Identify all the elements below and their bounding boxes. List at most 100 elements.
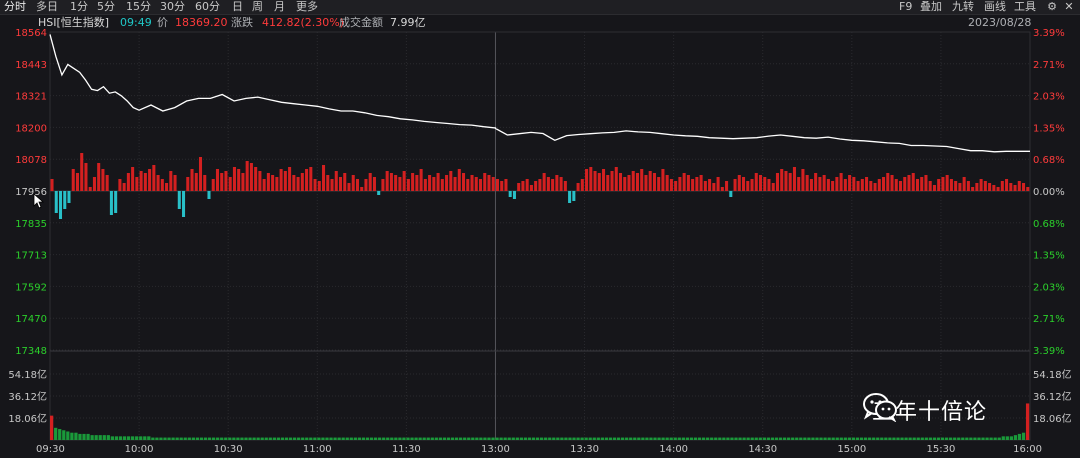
- volume-bar: [199, 437, 204, 440]
- momentum-bar: [568, 191, 572, 203]
- time-tick-label: 13:00: [481, 444, 510, 455]
- momentum-bar: [169, 171, 173, 191]
- momentum-bar: [135, 177, 139, 191]
- volume-bar: [993, 437, 997, 440]
- percent-tick-label: 1.35%: [1033, 123, 1065, 134]
- momentum-bar: [58, 191, 63, 219]
- volume-tick-label: 18.06亿: [8, 412, 47, 425]
- volume-bar: [596, 437, 600, 440]
- volume-bar: [645, 437, 649, 440]
- momentum-bar: [890, 175, 894, 191]
- mouse-cursor-icon: [33, 193, 45, 209]
- volume-bar: [297, 437, 301, 440]
- volume-bar: [224, 437, 228, 440]
- momentum-bar: [266, 173, 270, 191]
- volume-bar: [487, 437, 491, 440]
- volume-bar: [236, 437, 240, 440]
- volume-bar: [677, 437, 681, 440]
- momentum-bar: [50, 179, 54, 191]
- momentum-bar: [143, 173, 147, 191]
- momentum-bar: [508, 191, 512, 197]
- volume-bar: [382, 437, 386, 440]
- volume-bar: [256, 437, 260, 440]
- volume-bar: [766, 437, 771, 440]
- momentum-bar: [368, 173, 372, 191]
- momentum-bar: [75, 173, 79, 191]
- momentum-bar: [139, 171, 143, 191]
- volume-bar: [730, 437, 734, 440]
- volume-bar: [1009, 436, 1014, 440]
- momentum-bar: [415, 175, 419, 191]
- volume-bar: [426, 437, 430, 440]
- momentum-bar: [182, 191, 186, 217]
- momentum-bar: [1022, 183, 1026, 191]
- volume-bar: [904, 437, 908, 440]
- momentum-bar: [406, 179, 410, 191]
- momentum-bar: [898, 181, 903, 191]
- percent-tick-label: 2.03%: [1033, 282, 1065, 293]
- momentum-bar: [1017, 181, 1021, 191]
- momentum-bar: [784, 171, 788, 191]
- momentum-bar: [241, 173, 245, 191]
- momentum-bar: [873, 183, 877, 191]
- volume-bar: [588, 437, 592, 440]
- volume-bar: [292, 437, 297, 440]
- momentum-bar: [322, 165, 326, 191]
- momentum-bar: [228, 177, 232, 191]
- volume-bar: [900, 437, 904, 440]
- momentum-bar: [449, 171, 453, 191]
- intraday-chart[interactable]: 1856418443183211820018078179561783517713…: [0, 0, 1080, 458]
- price-tick-label: 18200: [15, 123, 47, 134]
- volume-bar: [499, 437, 503, 440]
- volume-bar: [333, 437, 337, 440]
- momentum-bar: [822, 175, 826, 191]
- volume-bar: [584, 437, 588, 440]
- volume-bar: [78, 433, 82, 440]
- momentum-bar: [614, 167, 618, 191]
- volume-bar: [961, 437, 965, 440]
- volume-bar: [203, 437, 208, 440]
- price-tick-label: 18321: [15, 92, 47, 103]
- volume-bar: [353, 437, 357, 440]
- percent-axis: 3.39% 2.71% 2.03% 1.35% 0.68% 0.00% 0.68% 1.35%…: [1033, 28, 1065, 357]
- volume-bar: [965, 437, 969, 440]
- momentum-bar: [771, 183, 775, 191]
- momentum-bar: [971, 187, 975, 191]
- momentum-bar: [474, 177, 478, 191]
- momentum-bar: [207, 191, 211, 199]
- volume-bar: [949, 437, 953, 440]
- volume-bar: [863, 437, 868, 440]
- momentum-bar: [988, 183, 992, 191]
- volume-bar: [191, 437, 195, 440]
- volume-bar: [244, 437, 248, 440]
- momentum-bar: [674, 181, 678, 191]
- volume-bar: [868, 437, 872, 440]
- momentum-bar: [351, 175, 355, 191]
- momentum-bar: [122, 183, 126, 191]
- volume-bar: [216, 437, 220, 440]
- momentum-bar: [1005, 179, 1009, 191]
- volume-tick-label-right: 54.18亿: [1033, 368, 1072, 381]
- momentum-bar: [97, 163, 101, 191]
- momentum-bar: [669, 179, 673, 191]
- volume-bar: [629, 437, 633, 440]
- volume-bar: [981, 437, 985, 440]
- momentum-bar: [652, 173, 656, 191]
- momentum-bar: [580, 179, 584, 191]
- momentum-bar: [958, 183, 962, 191]
- momentum-bar: [232, 167, 236, 191]
- momentum-bar: [648, 171, 652, 191]
- momentum-bar: [262, 179, 266, 191]
- volume-bar: [195, 437, 200, 440]
- momentum-bar: [411, 173, 415, 191]
- momentum-bar: [245, 161, 249, 191]
- volume-bar: [511, 437, 515, 440]
- volume-bar: [649, 437, 653, 440]
- momentum-bar: [445, 175, 449, 191]
- volume-bar: [839, 437, 843, 440]
- momentum-bar: [67, 191, 71, 203]
- momentum-bar: [937, 179, 941, 191]
- volume-bar: [337, 437, 341, 440]
- price-tick-label: 17835: [15, 219, 47, 230]
- volume-bar: [661, 437, 665, 440]
